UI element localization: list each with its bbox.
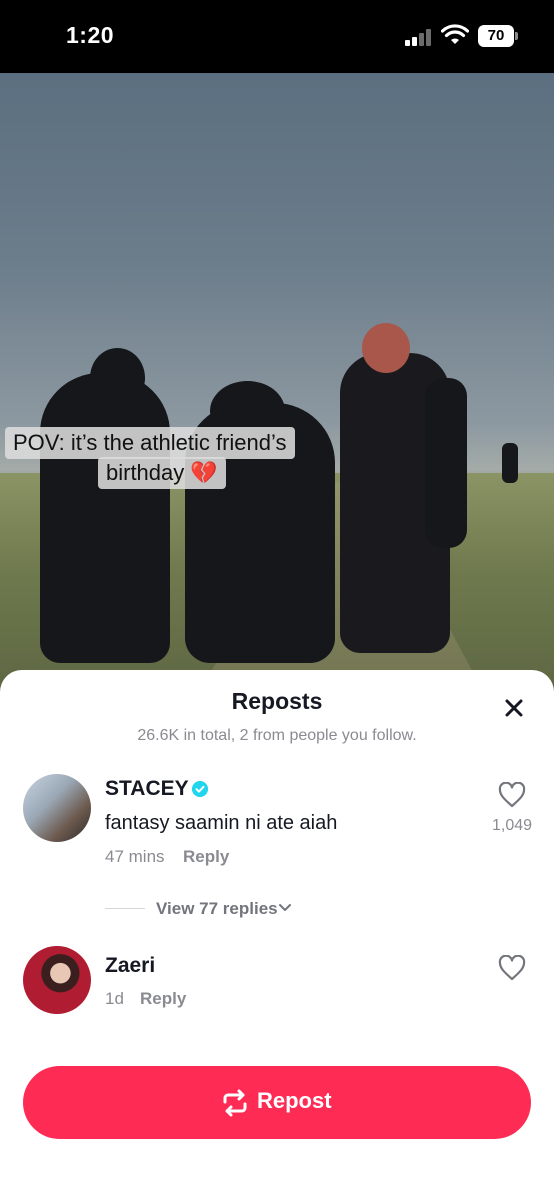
view-replies-button[interactable]: View 77 replies bbox=[156, 899, 278, 919]
heart-icon[interactable] bbox=[498, 955, 526, 981]
close-icon[interactable] bbox=[500, 694, 528, 722]
heart-icon[interactable] bbox=[498, 782, 526, 808]
avatar[interactable] bbox=[23, 946, 91, 1014]
status-bar: 1:20 70 bbox=[0, 0, 554, 73]
like-count: 1,049 bbox=[491, 817, 533, 834]
reply-button[interactable]: Reply bbox=[140, 989, 186, 1009]
video-player[interactable]: POV: it’s the athletic friend’s birthday… bbox=[0, 73, 554, 713]
reposts-sheet: Reposts 26.6K in total, 2 from people yo… bbox=[0, 670, 554, 1199]
divider bbox=[105, 908, 145, 909]
caption-line-1: POV: it’s the athletic friend’s bbox=[5, 427, 295, 459]
verified-icon bbox=[192, 781, 208, 797]
sheet-title: Reposts bbox=[231, 688, 323, 714]
battery-icon: 70 bbox=[478, 25, 518, 47]
username[interactable]: Zaeri bbox=[105, 954, 155, 978]
chevron-down-icon[interactable] bbox=[278, 903, 292, 913]
caption-line-2: birthday 💔 bbox=[98, 457, 226, 489]
username[interactable]: STACEY bbox=[105, 777, 189, 801]
runner-figure bbox=[90, 348, 145, 408]
runner-figure bbox=[362, 323, 410, 373]
comment-text: fantasy saamin ni ate aiah bbox=[105, 812, 338, 834]
wifi-icon bbox=[441, 24, 469, 44]
sheet-subtitle: 26.6K in total, 2 from people you follow… bbox=[137, 727, 417, 744]
comment-time: 47 mins bbox=[105, 847, 165, 866]
status-time: 1:20 bbox=[66, 22, 115, 48]
reply-button[interactable]: Reply bbox=[183, 847, 229, 867]
runner-figure bbox=[425, 378, 467, 548]
comment-time: 1d bbox=[105, 989, 124, 1008]
runner-figure bbox=[502, 443, 518, 483]
repost-icon bbox=[223, 1089, 247, 1117]
signal-icon bbox=[405, 28, 433, 46]
repost-label: Repost bbox=[257, 1088, 332, 1113]
repost-button[interactable]: Repost bbox=[23, 1066, 531, 1139]
battery-level: 70 bbox=[478, 25, 514, 47]
avatar[interactable] bbox=[23, 774, 91, 842]
runner-figure bbox=[40, 373, 170, 663]
